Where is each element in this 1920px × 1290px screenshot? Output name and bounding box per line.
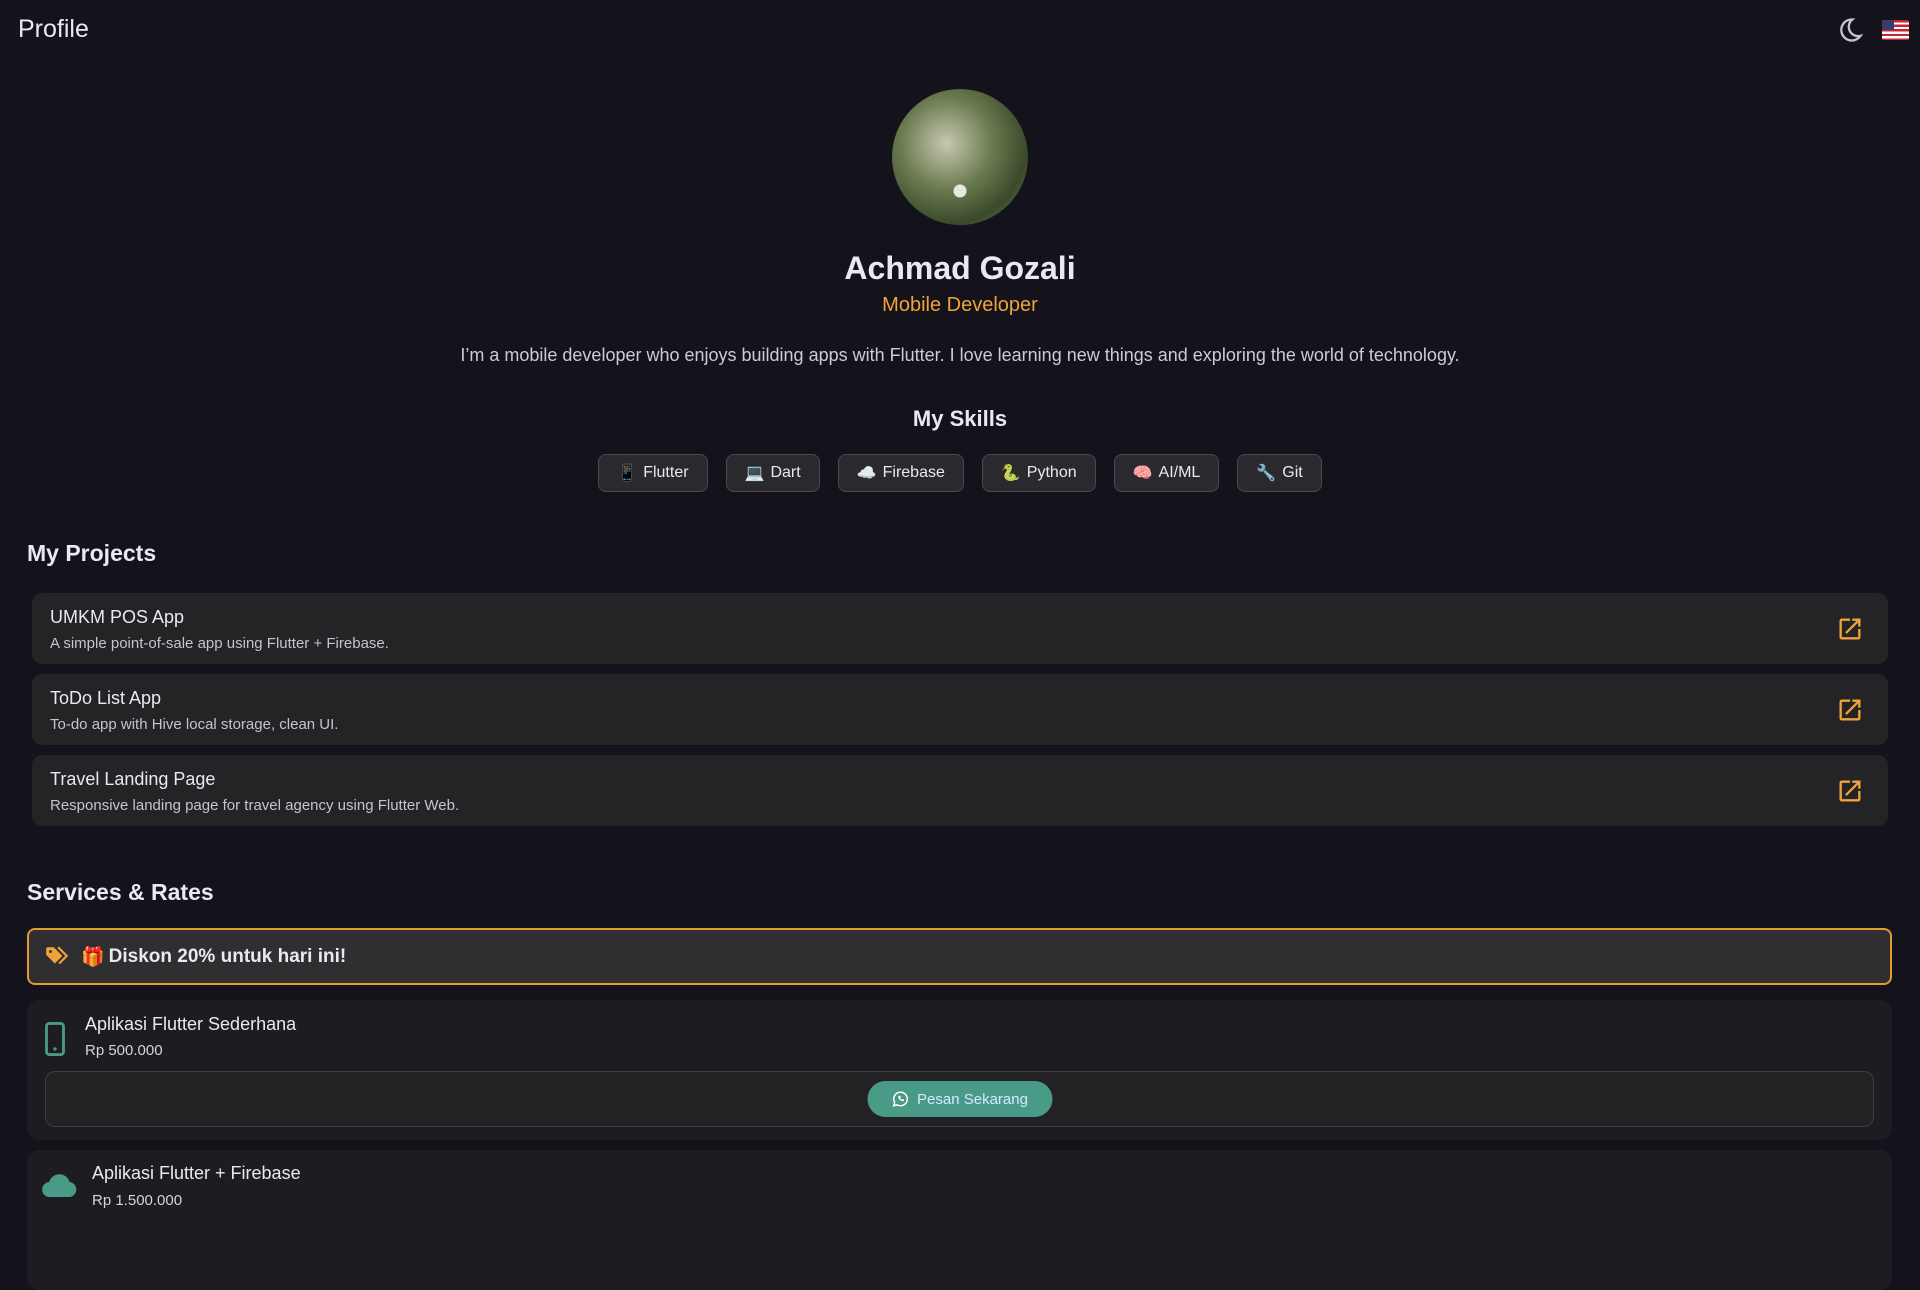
open-in-new-icon[interactable]: [1836, 696, 1864, 724]
skill-chip[interactable]: 🐍 Python: [981, 454, 1096, 492]
project-title: Travel Landing Page: [50, 769, 216, 789]
skill-emoji-icon: 🐍: [1000, 465, 1021, 482]
language-us-flag-icon[interactable]: [1882, 20, 1909, 40]
skill-label: Python: [1026, 464, 1077, 481]
project-description: A simple point-of-sale app using Flutter…: [50, 635, 389, 652]
cloud-icon: [42, 1174, 77, 1198]
tag-icon: [46, 945, 69, 964]
service-card: Aplikasi Flutter Sederhana Rp 500.000 Pe…: [27, 1000, 1892, 1140]
order-now-label: Pesan Sekarang: [917, 1090, 1028, 1108]
service-price: Rp 1.500.000: [92, 1192, 183, 1209]
project-card[interactable]: UMKM POS App A simple point-of-sale app …: [32, 593, 1888, 664]
open-in-new-icon[interactable]: [1836, 777, 1864, 805]
discount-text: Diskon 20% untuk hari ini!: [108, 945, 347, 967]
skill-chip[interactable]: 🔧 Git: [1237, 454, 1322, 492]
skill-chip[interactable]: 🧠 AI/ML: [1113, 454, 1220, 492]
app-bar: Profile: [0, 0, 1920, 62]
project-card[interactable]: ToDo List App To-do app with Hive local …: [32, 674, 1888, 745]
skill-emoji-icon: 🔧: [1256, 465, 1277, 482]
order-button-container: Pesan Sekarang: [45, 1071, 1874, 1127]
services-heading: Services & Rates: [27, 879, 214, 905]
profile-name: Achmad Gozali: [844, 250, 1076, 286]
smartphone-icon: [45, 1022, 65, 1056]
dark-mode-moon-icon[interactable]: [1836, 16, 1864, 44]
skill-label: Flutter: [643, 464, 689, 481]
project-description: To-do app with Hive local storage, clean…: [50, 716, 339, 733]
open-in-new-icon[interactable]: [1836, 615, 1864, 643]
skills-list: 📱 Flutter 💻 Dart ☁️ Firebase 🐍 Python 🧠 AI/ML…: [0, 454, 1920, 492]
skill-emoji-icon: 💻: [744, 465, 765, 482]
service-card: Aplikasi Flutter + Firebase Rp 1.500.000: [27, 1150, 1892, 1290]
service-title: Aplikasi Flutter + Firebase: [92, 1163, 301, 1183]
project-card[interactable]: Travel Landing Page Responsive landing p…: [32, 755, 1888, 826]
skill-label: Firebase: [882, 464, 945, 481]
skill-label: Dart: [770, 464, 801, 481]
skill-emoji-icon: ☁️: [856, 465, 877, 482]
discount-banner: 🎁 Diskon 20% untuk hari ini!: [27, 928, 1892, 985]
avatar: [892, 89, 1028, 225]
order-now-button[interactable]: Pesan Sekarang: [867, 1081, 1052, 1117]
skill-emoji-icon: 🧠: [1132, 465, 1153, 482]
skill-label: AI/ML: [1158, 464, 1201, 481]
page-title: Profile: [18, 15, 89, 43]
skill-chip[interactable]: 💻 Dart: [725, 454, 820, 492]
projects-heading: My Projects: [27, 540, 157, 566]
whatsapp-icon: [892, 1091, 908, 1107]
profile-role: Mobile Developer: [882, 294, 1038, 316]
project-title: ToDo List App: [50, 688, 162, 708]
profile-bio: I’m a mobile developer who enjoys buildi…: [460, 345, 1460, 365]
service-price: Rp 500.000: [85, 1042, 163, 1059]
skill-label: Git: [1282, 464, 1303, 481]
skill-chip[interactable]: ☁️ Firebase: [837, 454, 964, 492]
skills-heading: My Skills: [912, 406, 1008, 431]
project-description: Responsive landing page for travel agenc…: [50, 797, 460, 814]
gift-emoji-icon: 🎁: [81, 946, 105, 968]
skill-emoji-icon: 📱: [617, 465, 638, 482]
skill-chip[interactable]: 📱 Flutter: [598, 454, 708, 492]
service-title: Aplikasi Flutter Sederhana: [85, 1014, 297, 1034]
project-title: UMKM POS App: [50, 607, 185, 627]
